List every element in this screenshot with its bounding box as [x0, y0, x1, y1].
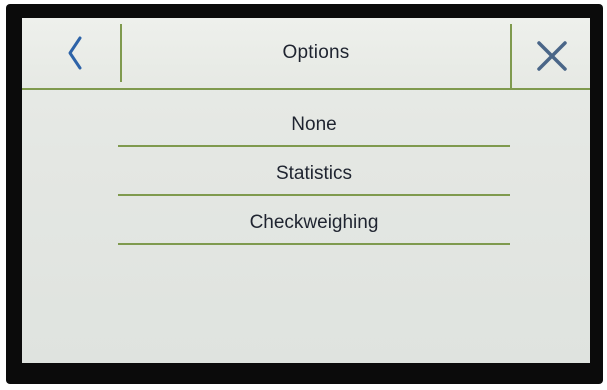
option-statistics[interactable]: Statistics: [118, 154, 510, 196]
page-title: Options: [282, 42, 350, 63]
option-none[interactable]: None: [118, 105, 510, 147]
touch-screen: Options None Statistics Checkweighing: [22, 18, 590, 363]
chevron-left-icon: [68, 36, 82, 70]
close-button[interactable]: [510, 24, 590, 88]
option-checkweighing[interactable]: Checkweighing: [118, 203, 510, 245]
back-button[interactable]: [34, 24, 122, 82]
close-icon: [537, 41, 567, 71]
header-bar: Options: [22, 18, 590, 90]
